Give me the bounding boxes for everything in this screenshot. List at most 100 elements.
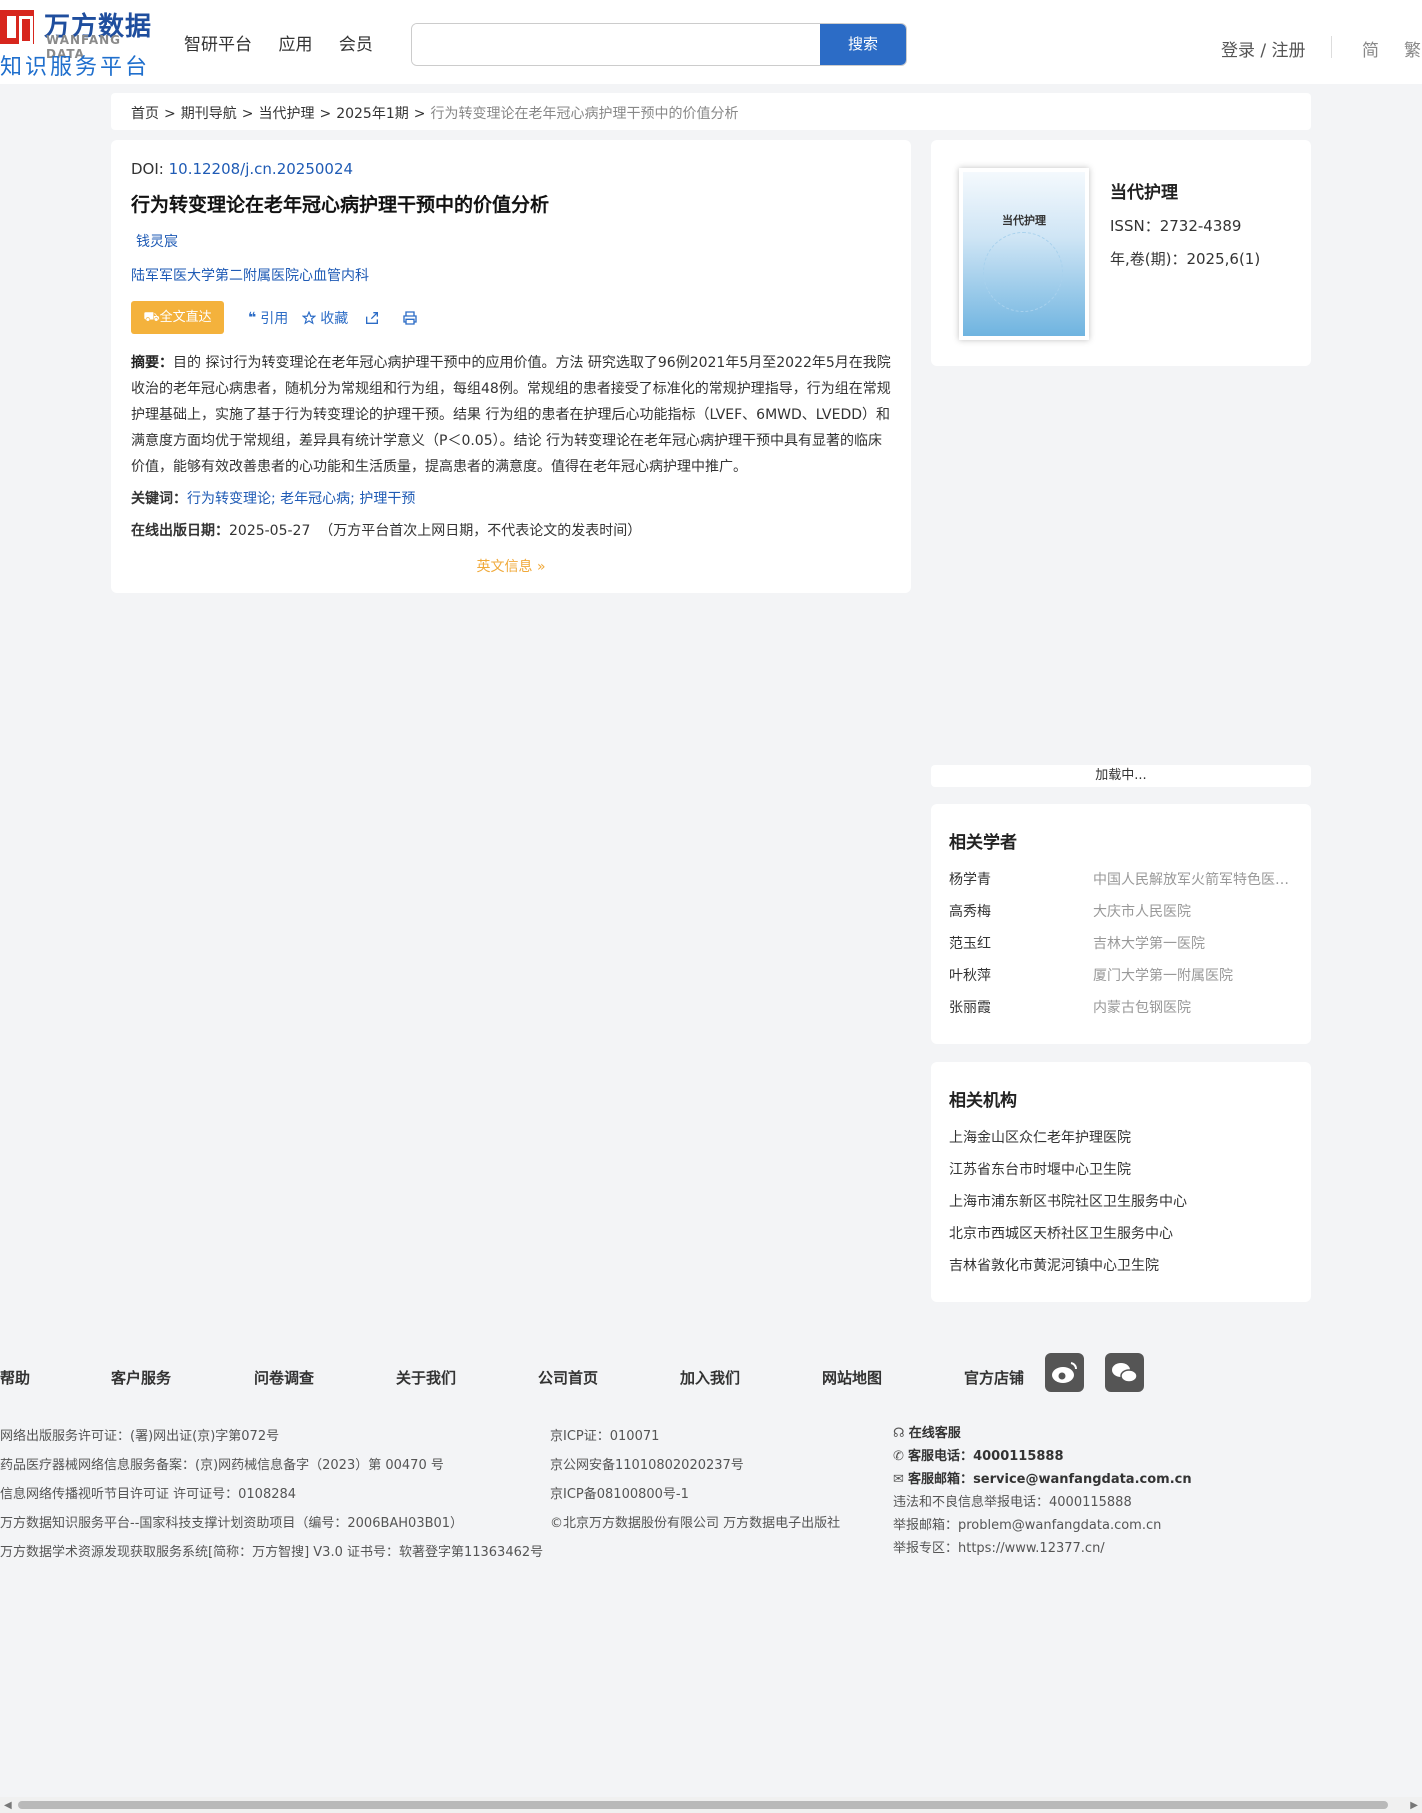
scholar-org[interactable]: 内蒙古包钢医院 bbox=[1093, 997, 1293, 1029]
scholar-name[interactable]: 范玉红 bbox=[949, 933, 1093, 965]
cover-title: 当代护理 bbox=[1002, 214, 1046, 227]
email-value[interactable]: service@wanfangdata.com.cn bbox=[973, 1472, 1192, 1487]
cite-label: 引用 bbox=[260, 310, 289, 327]
phone-line: ✆ 客服电话：4000115888 bbox=[893, 1445, 1192, 1468]
institution-link[interactable]: 北京市西城区天桥社区卫生服务中心 bbox=[949, 1223, 1293, 1255]
journal-year-volume: 年,卷(期)：2025,6(1) bbox=[1110, 250, 1261, 268]
footer-link-store[interactable]: 官方店铺 bbox=[964, 1367, 1024, 1388]
keywords: 关键词：行为转变理论; 老年冠心病; 护理干预 bbox=[131, 488, 891, 508]
article-actions: ⛟全文直达 ❝ 引用 收藏 bbox=[131, 301, 891, 334]
scholar-row: 高秀梅 大庆市人民医院 bbox=[949, 901, 1293, 933]
institution-link[interactable]: 上海市浦东新区书院社区卫生服务中心 bbox=[949, 1191, 1293, 1223]
keyword-link[interactable]: 老年冠心病; bbox=[280, 491, 355, 507]
phone-value: 4000115888 bbox=[973, 1449, 1064, 1464]
keyword-link[interactable]: 行为转变理论; bbox=[187, 491, 276, 507]
institution-link[interactable]: 吉林省敦化市黄泥河镇中心卫生院 bbox=[949, 1255, 1293, 1287]
scholar-name[interactable]: 叶秋萍 bbox=[949, 965, 1093, 997]
search-input[interactable] bbox=[412, 24, 820, 65]
print-button[interactable] bbox=[402, 310, 422, 326]
breadcrumb-issue[interactable]: 2025年1期 bbox=[336, 106, 409, 122]
search-box: 搜索 bbox=[411, 23, 907, 66]
scholar-org[interactable]: 大庆市人民医院 bbox=[1093, 901, 1293, 933]
breadcrumb-home[interactable]: 首页 bbox=[131, 106, 159, 122]
scholar-name[interactable]: 张丽霞 bbox=[949, 997, 1093, 1029]
journal-issn: ISSN：2732-4389 bbox=[1110, 217, 1242, 235]
nav-item-member[interactable]: 会员 bbox=[339, 35, 373, 55]
report-zone[interactable]: 举报专区：https://www.12377.cn/ bbox=[893, 1537, 1192, 1560]
organization-link[interactable]: 陆军军医大学第二附属医院心血管内科 bbox=[131, 265, 891, 285]
scholar-row: 叶秋萍 厦门大学第一附属医院 bbox=[949, 965, 1293, 997]
lang-simplified-button[interactable]: 简 bbox=[1362, 36, 1379, 61]
abstract: 摘要：目的 探讨行为转变理论在老年冠心病护理干预中的应用价值。方法 研究选取了9… bbox=[131, 350, 891, 480]
report-email[interactable]: 举报邮箱：problem@wanfangdata.com.cn bbox=[893, 1514, 1192, 1537]
print-icon bbox=[403, 310, 417, 325]
author-link[interactable]: 钱灵宸 bbox=[136, 231, 891, 251]
wechat-icon[interactable] bbox=[1105, 1353, 1144, 1392]
horizontal-scrollbar[interactable]: ◀ ▶ bbox=[0, 1797, 1422, 1813]
phone-label: 客服电话： bbox=[908, 1449, 974, 1464]
scroll-right-icon[interactable]: ▶ bbox=[1410, 1800, 1418, 1811]
star-icon bbox=[302, 310, 317, 325]
breadcrumb-journal-nav[interactable]: 期刊导航 bbox=[181, 106, 237, 122]
related-institutions-title: 相关机构 bbox=[949, 1091, 1017, 1111]
journal-name[interactable]: 当代护理 bbox=[1110, 178, 1178, 203]
truck-icon: ⛟ bbox=[143, 310, 160, 325]
footer-link-customer-service[interactable]: 客户服务 bbox=[111, 1367, 171, 1388]
wanfang-logo[interactable]: 万方数据 WANFANG DATA 知识服务平台 bbox=[0, 6, 152, 80]
favorite-button[interactable]: 收藏 bbox=[302, 308, 348, 328]
search-button[interactable]: 搜索 bbox=[820, 24, 906, 65]
related-scholars-card: 相关学者 杨学青中国人民解放军火箭军特色医学中心 高秀梅大庆市人民医院 范玉红吉… bbox=[931, 804, 1311, 1044]
scrollbar-thumb[interactable] bbox=[18, 1801, 1388, 1809]
icp-line[interactable]: 京ICP备08100800号-1 bbox=[550, 1480, 840, 1509]
institution-link[interactable]: 江苏省东台市时堰中心卫生院 bbox=[949, 1159, 1293, 1191]
scholar-name[interactable]: 高秀梅 bbox=[949, 901, 1093, 933]
footer-link-help[interactable]: 帮助 bbox=[0, 1367, 30, 1388]
keyword-link[interactable]: 护理干预 bbox=[359, 491, 415, 507]
online-service-link[interactable]: ☊ 在线客服 bbox=[893, 1422, 1192, 1445]
footer-link-company[interactable]: 公司首页 bbox=[538, 1367, 598, 1388]
headset-icon: ☊ bbox=[893, 1426, 905, 1441]
main-nav: 智研平台 应用 会员 bbox=[184, 30, 395, 55]
icp-line[interactable]: 京ICP证：010071 bbox=[550, 1422, 840, 1451]
cover-decoration bbox=[983, 232, 1063, 312]
footer-link-about[interactable]: 关于我们 bbox=[396, 1367, 456, 1388]
logo-mark-icon bbox=[0, 10, 34, 44]
keywords-label: 关键词： bbox=[131, 491, 187, 507]
weibo-icon[interactable] bbox=[1045, 1353, 1084, 1392]
pubdate-note: （万方平台首次上网日期，不代表论文的发表时间） bbox=[319, 523, 642, 539]
scholar-org[interactable]: 吉林大学第一医院 bbox=[1093, 933, 1293, 965]
doi-link[interactable]: 10.12208/j.cn.20250024 bbox=[169, 160, 353, 178]
quote-icon: ❝ bbox=[248, 309, 257, 326]
scholar-org[interactable]: 厦门大学第一附属医院 bbox=[1093, 965, 1293, 997]
breadcrumb-current: 行为转变理论在老年冠心病护理干预中的价值分析 bbox=[430, 106, 739, 122]
share-button[interactable] bbox=[364, 310, 384, 326]
scholar-name[interactable]: 杨学青 bbox=[949, 869, 1093, 901]
icp-line[interactable]: 京公网安备11010802020237号 bbox=[550, 1451, 840, 1480]
fulltext-label: 全文直达 bbox=[159, 310, 212, 325]
license-line[interactable]: 信息网络传播视听节目许可证 许可证号：0108284 bbox=[0, 1480, 543, 1509]
journal-cover-image[interactable]: 当代护理 bbox=[959, 168, 1089, 340]
online-service-label: 在线客服 bbox=[908, 1426, 961, 1441]
breadcrumb-journal[interactable]: 当代护理 bbox=[258, 106, 314, 122]
doi-line: DOI: 10.12208/j.cn.20250024 bbox=[131, 160, 891, 178]
footer-links: 帮助 客户服务 问卷调查 关于我们 公司首页 加入我们 网站地图 官方店铺 bbox=[0, 1352, 1422, 1402]
license-line[interactable]: 药品医疗器械网络信息服务备案：(京)网药械信息备字（2023）第 00470 号 bbox=[0, 1451, 543, 1480]
scholar-org[interactable]: 中国人民解放军火箭军特色医学中心 bbox=[1093, 869, 1293, 901]
institution-link[interactable]: 上海金山区众仁老年护理医院 bbox=[949, 1127, 1293, 1159]
abstract-text: 目的 探讨行为转变理论在老年冠心病护理干预中的应用价值。方法 研究选取了96例2… bbox=[131, 355, 891, 475]
loading-indicator: 加载中... bbox=[931, 765, 1311, 787]
english-info-toggle[interactable]: 英文信息 » bbox=[131, 556, 891, 576]
footer-link-join[interactable]: 加入我们 bbox=[680, 1367, 740, 1388]
fulltext-button[interactable]: ⛟全文直达 bbox=[131, 301, 224, 334]
nav-item-zhiyan[interactable]: 智研平台 bbox=[184, 35, 252, 55]
pubdate-label: 在线出版日期： bbox=[131, 523, 229, 539]
license-line[interactable]: 网络出版服务许可证：(署)网出证(京)字第072号 bbox=[0, 1422, 543, 1451]
nav-item-apps[interactable]: 应用 bbox=[278, 35, 312, 55]
login-register-link[interactable]: 登录 / 注册 bbox=[1221, 36, 1306, 61]
footer-link-survey[interactable]: 问卷调查 bbox=[254, 1367, 314, 1388]
pubdate-value: 2025-05-27 bbox=[229, 523, 311, 539]
lang-traditional-button[interactable]: 繁 bbox=[1404, 36, 1421, 61]
scroll-left-icon[interactable]: ◀ bbox=[4, 1800, 12, 1811]
cite-button[interactable]: ❝ 引用 bbox=[248, 308, 288, 328]
footer-link-sitemap[interactable]: 网站地图 bbox=[822, 1367, 882, 1388]
